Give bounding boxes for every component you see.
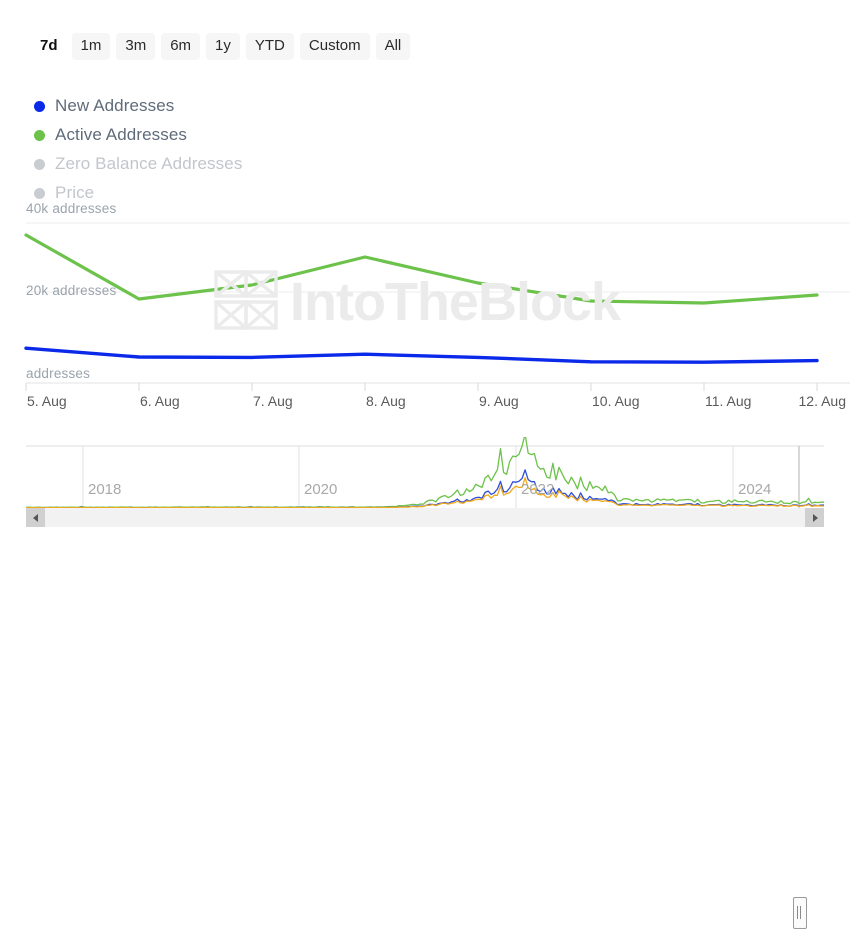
chart-page: 7d1m3m6m1yYTDCustomAll New Addresses Acti…: [0, 0, 850, 567]
range-button-1y[interactable]: 1y: [206, 33, 240, 60]
y-axis-label-20k: 20k addresses: [26, 283, 116, 298]
navigator-series-active-addresses: [26, 437, 824, 507]
x-axis-tick-label: 11. Aug: [705, 393, 751, 409]
range-button-ytd[interactable]: YTD: [246, 33, 294, 60]
range-button-3m[interactable]: 3m: [116, 33, 155, 60]
right-triangle-glyph: [813, 514, 818, 522]
legend-item-active-addresses[interactable]: Active Addresses: [34, 122, 332, 148]
navigator-year-gridlines: [83, 446, 799, 508]
x-axis-tick-label: 8. Aug: [366, 393, 406, 409]
navigator-year-label: 2024: [738, 481, 771, 498]
chart-svg: [0, 175, 850, 420]
legend-item-zero-balance-addresses[interactable]: Zero Balance Addresses: [34, 151, 332, 177]
x-axis-tick-label: 6. Aug: [140, 393, 180, 409]
legend-color-dot: [34, 130, 45, 141]
legend-color-dot: [34, 159, 45, 170]
scroll-right-arrow-icon[interactable]: [805, 508, 824, 527]
legend-color-dot: [34, 101, 45, 112]
scroll-left-arrow-icon[interactable]: [26, 508, 45, 527]
range-button-7d[interactable]: 7d: [36, 33, 66, 60]
time-range-selector: 7d1m3m6m1yYTDCustomAll: [36, 32, 410, 60]
navigator-year-label: 2020: [304, 481, 337, 498]
y-axis-label-40k: 40k addresses: [26, 201, 116, 216]
x-axis-tick-label: 9. Aug: [479, 393, 519, 409]
resize-grip-handle-icon: [797, 906, 798, 919]
left-triangle-glyph: [33, 514, 38, 522]
legend-item-label: New Addresses: [55, 96, 174, 116]
navigator-year-label: 2018: [88, 481, 121, 498]
x-axis-tick-label: 12. Aug: [799, 393, 847, 409]
chart-plot-area[interactable]: [0, 175, 850, 420]
legend-item-new-addresses[interactable]: New Addresses: [34, 93, 332, 119]
x-axis-tick-label: 7. Aug: [253, 393, 293, 409]
legend-item-label: Zero Balance Addresses: [55, 154, 242, 174]
range-button-6m[interactable]: 6m: [161, 33, 200, 60]
series-line-active-addresses: [26, 235, 817, 303]
navigator-year-label: 2022: [521, 481, 554, 498]
scrollbar-track[interactable]: [45, 508, 805, 527]
range-button-custom[interactable]: Custom: [300, 33, 370, 60]
legend-item-label: Active Addresses: [55, 125, 187, 145]
x-axis-ticks: [26, 383, 817, 391]
navigator-right-handle[interactable]: [793, 897, 807, 929]
x-axis-tick-label: 10. Aug: [592, 393, 640, 409]
range-button-1m[interactable]: 1m: [72, 33, 111, 60]
series-line-new-addresses: [26, 348, 817, 362]
x-axis-tick-label: 5. Aug: [27, 393, 67, 409]
y-axis-label-zero: addresses: [26, 366, 90, 381]
range-button-all[interactable]: All: [376, 33, 411, 60]
navigator-scrollbar[interactable]: [26, 508, 824, 527]
